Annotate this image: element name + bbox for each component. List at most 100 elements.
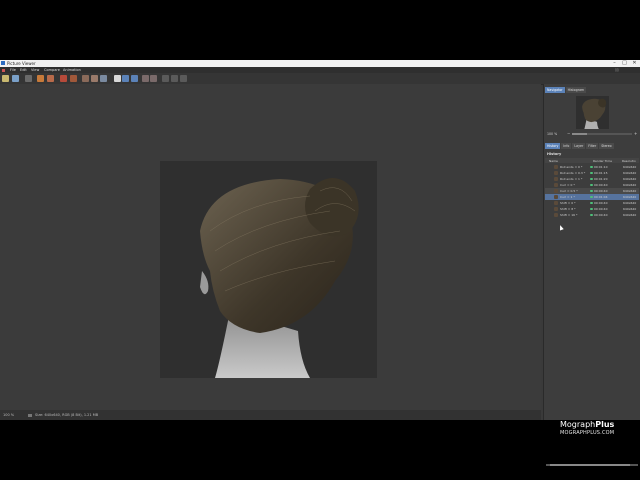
ab-b-icon[interactable]: [131, 75, 138, 82]
zoom-slider[interactable]: [572, 133, 632, 135]
status-dot-icon: [590, 171, 593, 174]
history-row-time: 00:00:40: [594, 206, 608, 211]
history-row-resolution: 640x640: [623, 200, 637, 205]
open-icon[interactable]: [2, 75, 9, 82]
tab-filter[interactable]: Filter: [586, 143, 599, 149]
watermark-url: MOGRAPHPLUS.COM: [560, 430, 615, 436]
menu-edit[interactable]: Edit: [20, 68, 27, 72]
tab-histogram[interactable]: Histogram: [565, 87, 587, 93]
play-icon[interactable]: [162, 75, 169, 82]
history-row-name: Shift = 16 *: [560, 212, 578, 217]
tab-stereo[interactable]: Stereo: [599, 143, 614, 149]
zoom-in-icon[interactable]: +: [634, 131, 637, 136]
col-resolution[interactable]: Resolutio: [622, 159, 636, 163]
history-row-time: 00:00:40: [594, 212, 608, 217]
layer-icon[interactable]: [91, 75, 98, 82]
thumbnail-icon: [554, 194, 558, 199]
history-row[interactable]: Roll ends = 1 * 00:01:20 640x640: [545, 176, 639, 182]
ab-a-icon[interactable]: [122, 75, 129, 82]
history-title: History: [547, 152, 562, 156]
status-dot-icon: [590, 183, 593, 186]
title-bar: Picture Viewer – □ ✕: [0, 60, 640, 67]
render-image: [160, 161, 377, 378]
image-viewport[interactable]: [0, 84, 541, 410]
history-row[interactable]: Curl = 0.5 * 00:00:40 640x640: [545, 188, 639, 194]
zoom-value[interactable]: 100 %: [547, 132, 557, 136]
history-row[interactable]: Shift = 8 * 00:00:40 640x640: [545, 206, 639, 212]
hair-render-graphic: [160, 161, 377, 378]
zoom-row: 100 % − +: [545, 131, 639, 137]
history-row-name: Shift = 8 *: [560, 206, 576, 211]
menu-view[interactable]: View: [31, 68, 39, 72]
history-row-time: 00:01:20: [594, 176, 608, 181]
navigator-thumbnail[interactable]: [576, 96, 609, 129]
render-icon[interactable]: [37, 75, 44, 82]
close-icon[interactable]: ✕: [630, 60, 639, 67]
history-row-time: 00:01:15: [594, 170, 608, 175]
menu-animation[interactable]: Animation: [63, 68, 81, 72]
save-icon[interactable]: [12, 75, 19, 82]
panel-scrollbar[interactable]: [546, 464, 638, 466]
zoom-slider-fill: [572, 133, 587, 135]
menu-compare[interactable]: Compare: [44, 68, 60, 72]
status-bar: 100 % Size: 640x640, RGB (8 Bit), 1.21 M…: [0, 410, 541, 420]
history-row-name: Shift = 0 *: [560, 200, 576, 205]
image-info-icon: [28, 413, 32, 417]
col-name[interactable]: Name: [549, 159, 558, 163]
history-row-resolution: 640x640: [623, 176, 637, 181]
maximize-icon[interactable]: □: [620, 60, 629, 67]
loop-icon[interactable]: [171, 75, 178, 82]
thumbnail-icon: [554, 176, 558, 181]
thumbnail-graphic: [576, 96, 609, 129]
history-row[interactable]: Roll ends = 0 * 00:01:10 640x640: [545, 164, 639, 170]
history-row-time: 00:00:40: [594, 182, 608, 187]
history-row-name: Curl = 0.5 *: [560, 188, 578, 193]
history-row[interactable]: Curl = 0 * 00:00:40 640x640: [545, 182, 639, 188]
minimize-icon[interactable]: –: [610, 60, 619, 67]
tab-info[interactable]: Info: [561, 143, 572, 149]
picture-viewer-window: Picture Viewer – □ ✕ File Edit View Comp…: [0, 60, 640, 466]
zoom-out-icon[interactable]: −: [567, 131, 570, 136]
status-dot-icon: [590, 201, 593, 204]
history-row-resolution: 640x640: [623, 170, 637, 175]
col-render-time[interactable]: Render Time: [593, 159, 612, 163]
thumbnail-icon: [554, 170, 558, 175]
history-row[interactable]: Shift = 16 * 00:00:40 640x640: [545, 212, 639, 218]
history-row[interactable]: Curl = 1 * 00:01:04 640x640: [545, 194, 639, 200]
layout-icon[interactable]: ▯▯: [615, 68, 619, 72]
status-zoom[interactable]: 100 %: [3, 413, 14, 417]
thumbnail-icon: [554, 182, 558, 187]
fit-icon[interactable]: [114, 75, 121, 82]
history-row-name: Curl = 0 *: [560, 182, 575, 187]
menu-file[interactable]: File: [10, 68, 16, 72]
history-row-name: Curl = 1 *: [560, 194, 575, 199]
channel-icon[interactable]: [100, 75, 107, 82]
save-as-icon[interactable]: [25, 75, 32, 82]
stop-icon[interactable]: [60, 75, 67, 82]
scrollbar-thumb[interactable]: [550, 464, 630, 466]
history-row-resolution: 640x640: [623, 206, 637, 211]
history-row-resolution: 640x640: [623, 212, 637, 217]
compare-icon[interactable]: [70, 75, 77, 82]
menu-app-icon[interactable]: [2, 68, 5, 72]
watermark-logo: MographPlus: [560, 420, 614, 429]
history-row-time: 00:00:40: [594, 188, 608, 193]
history-row[interactable]: Roll ends = 0.3 * 00:01:15 640x640: [545, 170, 639, 176]
status-dot-icon: [590, 207, 593, 210]
next-frame-icon[interactable]: [150, 75, 157, 82]
history-header: Name Render Time Resolutio: [545, 158, 639, 163]
prev-frame-icon[interactable]: [142, 75, 149, 82]
tab-history[interactable]: History: [545, 143, 561, 149]
history-row[interactable]: Shift = 0 * 00:00:40 640x640: [545, 200, 639, 206]
history-row-time: 00:01:10: [594, 164, 608, 169]
history-row-name: Roll ends = 0 *: [560, 164, 583, 169]
history-row-resolution: 640x640: [623, 182, 637, 187]
status-dot-icon: [590, 165, 593, 168]
end-icon[interactable]: [180, 75, 187, 82]
render-region-icon[interactable]: [47, 75, 54, 82]
tab-layer[interactable]: Layer: [572, 143, 586, 149]
status-dot-icon: [590, 213, 593, 216]
filter-icon[interactable]: [82, 75, 89, 82]
tab-navigator[interactable]: Navigator: [545, 87, 565, 93]
status-dot-icon: [590, 177, 593, 180]
